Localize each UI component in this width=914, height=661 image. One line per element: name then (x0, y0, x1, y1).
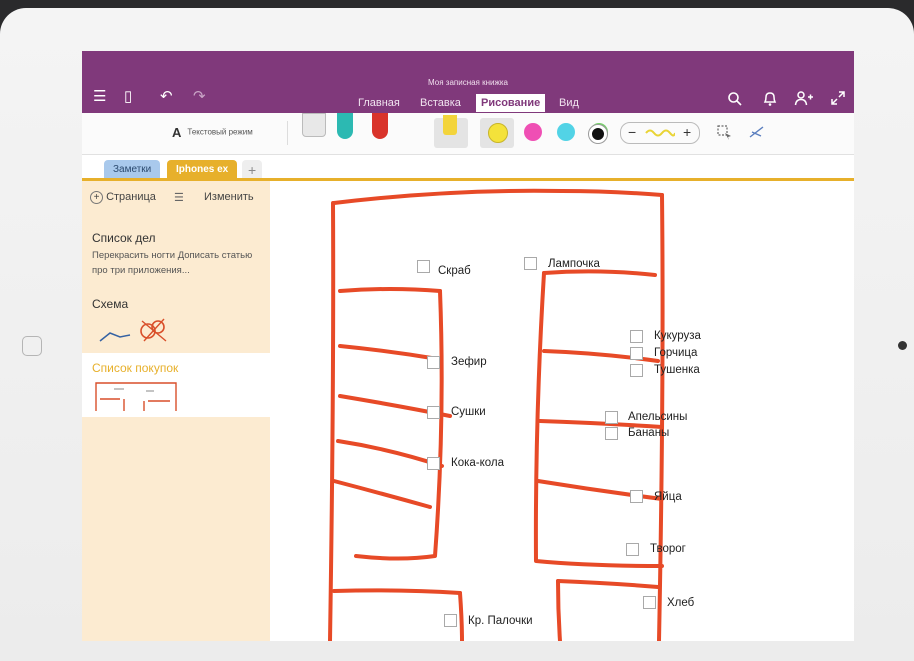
pen-teal-icon[interactable] (337, 113, 353, 139)
checkbox[interactable] (605, 411, 618, 424)
ink-drawing (328, 188, 665, 641)
checkbox[interactable] (427, 406, 440, 419)
lasso-select-icon[interactable] (716, 124, 734, 142)
page-item-shopping[interactable]: Список покупок (82, 353, 270, 417)
highlighter-yellow-icon[interactable] (443, 115, 457, 135)
redo-icon[interactable]: ↷ (193, 89, 206, 105)
shopping-thumbnail (95, 382, 177, 411)
app-screen: Моя записная книжка ☰ ▯ ↶ ↷ Главная Вста… (82, 51, 854, 641)
ipad-frame: Моя записная книжка ☰ ▯ ↶ ↷ Главная Вста… (0, 8, 914, 661)
color-yellow-swatch[interactable] (488, 123, 508, 143)
tab-insert[interactable]: Вставка (420, 95, 461, 111)
page-title-scheme: Схема (92, 297, 129, 311)
notebook-title: Моя записная книжка (428, 78, 508, 87)
checkbox[interactable] (417, 260, 430, 273)
thickness-plus-button[interactable]: + (683, 123, 691, 142)
camera-dot (898, 341, 907, 350)
tab-home[interactable]: Главная (358, 95, 400, 111)
bell-icon[interactable] (762, 90, 778, 107)
add-section-button[interactable]: + (242, 160, 263, 180)
text-mode-glyph: A (172, 125, 182, 140)
edit-button[interactable]: Изменить (204, 191, 254, 203)
tab-draw[interactable]: Рисование (476, 94, 546, 112)
page-preview-todo: Перекрасить ногти Дописать статью про тр… (92, 250, 253, 276)
stroke-preview-icon (645, 129, 675, 137)
todo-item-label: Яйца (654, 491, 682, 503)
search-icon[interactable] (727, 91, 743, 107)
tab-view[interactable]: Вид (559, 95, 579, 111)
todo-item-label: Кукуруза (654, 330, 701, 342)
checkbox[interactable] (605, 427, 618, 440)
ink-to-shape-icon[interactable] (748, 124, 766, 142)
checkbox[interactable] (427, 457, 440, 470)
checkbox[interactable] (427, 356, 440, 369)
page-title-shopping: Список покупок (92, 361, 179, 375)
todo-item-label: Кока-кола (451, 457, 505, 469)
pen-red-icon[interactable] (372, 113, 388, 139)
todo-item-label: Сушки (451, 406, 486, 418)
color-cyan-swatch[interactable] (557, 123, 575, 141)
todo-item-label: Зефир (451, 356, 487, 368)
text-mode-button[interactable]: A Текстовый режим (172, 125, 253, 140)
section-tab-notes[interactable]: Заметки (104, 160, 161, 180)
share-person-icon[interactable] (794, 90, 814, 107)
color-pink-swatch[interactable] (524, 123, 542, 141)
checkbox[interactable] (626, 543, 639, 556)
section-tab-iphones[interactable]: Iphones ex (167, 160, 238, 180)
undo-icon[interactable]: ↶ (160, 89, 173, 105)
checkbox[interactable] (444, 614, 457, 627)
text-mode-label: Текстовый режим (187, 127, 253, 137)
checkbox[interactable] (630, 347, 643, 360)
page-list: + Страница ☰ Изменить Список дел Перекра… (82, 181, 270, 641)
todo-item-label: Хлеб (667, 597, 695, 609)
todo-item-label: Лампочка (548, 258, 600, 270)
title-bar: Моя записная книжка ☰ ▯ ↶ ↷ Главная Вста… (82, 51, 854, 113)
eraser-icon[interactable] (302, 113, 326, 137)
todo-item-label: Скраб (438, 265, 471, 277)
thickness-minus-button[interactable]: − (628, 123, 636, 142)
todo-item-label: Горчица (654, 347, 698, 359)
note-canvas[interactable]: Скраб Лампочка Зефир Сушки Кока-кола Кук… (270, 181, 854, 641)
add-page-label: Страница (106, 191, 156, 203)
todo-item-label: Апельсины (628, 411, 688, 423)
checkbox[interactable] (643, 596, 656, 609)
todo-item-label: Творог (650, 543, 686, 555)
sort-list-icon[interactable]: ☰ (174, 191, 184, 204)
expand-icon[interactable] (830, 90, 846, 106)
add-page-button[interactable]: + Страница (90, 191, 156, 204)
draw-toolbar: A Текстовый режим − + (82, 113, 854, 155)
color-black-swatch[interactable] (589, 125, 607, 143)
todo-item-label: Кр. Палочки (468, 615, 533, 627)
checkbox[interactable] (630, 364, 643, 377)
notebooks-icon[interactable]: ▯ (124, 89, 132, 105)
add-circle-icon: + (90, 191, 103, 204)
checkbox[interactable] (524, 257, 537, 270)
thickness-control[interactable]: − + (620, 122, 700, 144)
todo-item-label: Бананы (628, 427, 670, 439)
home-button[interactable] (22, 336, 42, 356)
page-title-todo: Список дел (92, 231, 156, 245)
scheme-thumbnail (99, 318, 167, 342)
toolbar-divider (287, 121, 288, 145)
checkbox[interactable] (630, 490, 643, 503)
checkbox[interactable] (630, 330, 643, 343)
section-tabs: Заметки Iphones ex + (82, 154, 854, 180)
todo-item-label: Тушенка (654, 364, 700, 376)
menu-icon[interactable]: ☰ (93, 89, 106, 105)
